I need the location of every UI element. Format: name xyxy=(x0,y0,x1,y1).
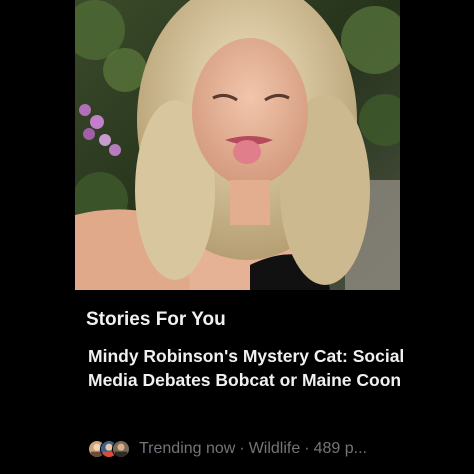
meta-separator: · xyxy=(304,440,310,457)
story-image[interactable] xyxy=(75,0,400,290)
story-meta-text: Trending now · Wildlife · 489 p... xyxy=(139,440,367,458)
trending-status: Trending now xyxy=(139,440,236,457)
story-meta: Trending now · Wildlife · 489 p... xyxy=(88,438,367,460)
story-category: Wildlife xyxy=(248,440,301,457)
story-headline[interactable]: Mindy Robinson's Mystery Cat: Social Med… xyxy=(88,345,428,392)
story-photo-illustration xyxy=(75,0,400,290)
meta-separator: · xyxy=(239,440,245,457)
avatar xyxy=(112,440,130,458)
post-count: 489 p... xyxy=(313,440,367,457)
section-heading: Stories For You xyxy=(86,309,226,330)
avatar-stack xyxy=(88,440,130,458)
stories-card: Stories For You Mindy Robinson's Mystery… xyxy=(0,0,474,474)
